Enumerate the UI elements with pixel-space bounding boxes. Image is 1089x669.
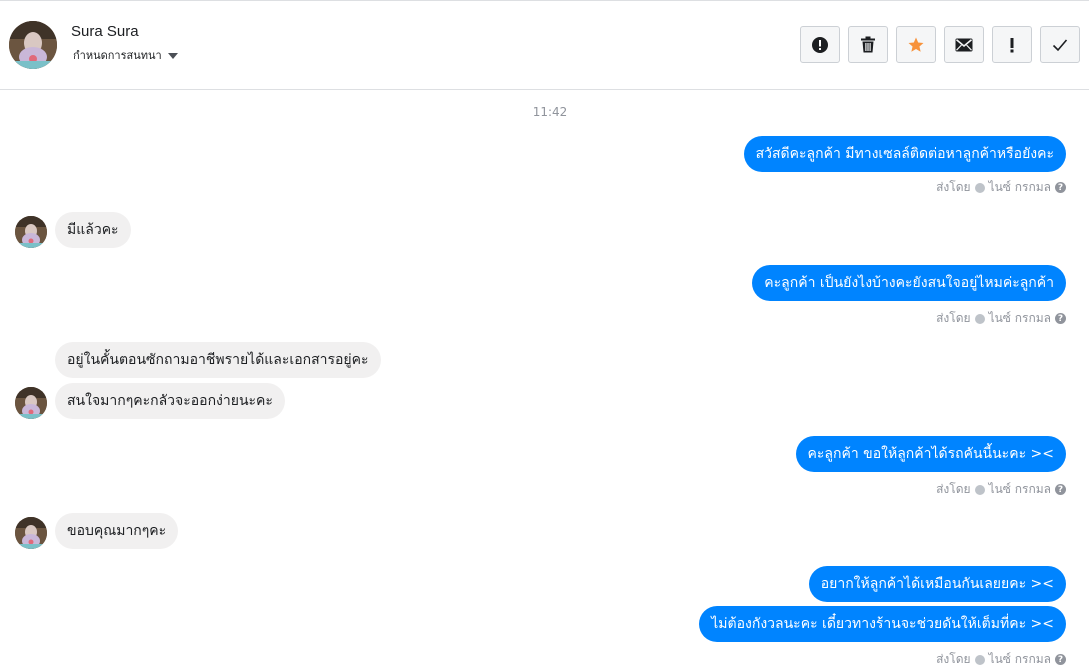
outgoing-message[interactable]: คะลูกค้า ขอให้ลูกค้าได้รถคันนี้นะคะ >< bbox=[795, 436, 1066, 472]
check-circle-icon bbox=[974, 654, 985, 665]
conversation-schedule-dropdown[interactable]: กำหนดการสนทนา bbox=[73, 46, 178, 64]
contact-avatar[interactable] bbox=[9, 21, 57, 69]
checkmark-icon bbox=[1052, 38, 1068, 51]
outgoing-message[interactable]: สวัสดีคะลูกค้า มีทางเซลล์ติดต่อหาลูกค้าห… bbox=[743, 136, 1066, 172]
sent-by-label: ส่งโดย bbox=[936, 652, 971, 666]
outgoing-message[interactable]: คะลูกค้า เป็นยังไงบ้างคะยังสนใจอยู่ไหมค่… bbox=[752, 265, 1066, 301]
conversation-header: Sura Sura กำหนดการสนทนา bbox=[0, 1, 1089, 90]
sent-by-name[interactable]: ไนซ์ กรกมล bbox=[989, 480, 1051, 499]
incoming-message[interactable]: ขอบคุณมากๆคะ bbox=[55, 513, 179, 549]
sent-by-label: ส่งโดย bbox=[936, 482, 971, 496]
sent-by-info: ส่งโดย ไนซ์ กรกมล ? bbox=[936, 650, 1066, 669]
message-timestamp: 11:42 bbox=[532, 105, 568, 119]
contact-avatar-small[interactable] bbox=[15, 387, 47, 419]
conversation-schedule-label: กำหนดการสนทนา bbox=[73, 49, 162, 62]
star-button[interactable] bbox=[896, 26, 936, 63]
envelope-icon bbox=[955, 38, 973, 51]
sent-by-info: ส่งโดย ไนซ์ กรกมล ? bbox=[936, 480, 1066, 499]
sent-by-name[interactable]: ไนซ์ กรกมล bbox=[989, 650, 1051, 669]
mark-done-button[interactable] bbox=[1040, 26, 1080, 63]
outgoing-message[interactable]: ไม่ต้องกังวลนะคะ เดี๋ยวทางร้านจะช่วยดันใ… bbox=[699, 606, 1066, 642]
sent-by-label: ส่งโดย bbox=[936, 180, 971, 194]
report-icon bbox=[812, 36, 828, 53]
outgoing-message[interactable]: อยากให้ลูกค้าได้เหมือนกันเลยยคะ >< bbox=[808, 566, 1066, 602]
incoming-message[interactable]: อยู่ในคั้นตอนซักถามอาชีพรายได้และเอกสารอ… bbox=[55, 342, 381, 378]
sent-by-label: ส่งโดย bbox=[936, 311, 971, 325]
contact-name[interactable]: Sura Sura bbox=[71, 23, 139, 40]
check-circle-icon bbox=[974, 484, 985, 495]
contact-avatar-small[interactable] bbox=[15, 216, 47, 248]
check-circle-icon bbox=[974, 313, 985, 324]
mark-spam-button[interactable] bbox=[992, 26, 1032, 63]
report-button[interactable] bbox=[800, 26, 840, 63]
sent-by-name[interactable]: ไนซ์ กรกมล bbox=[989, 178, 1051, 197]
help-icon[interactable]: ? bbox=[1055, 484, 1066, 495]
delete-button[interactable] bbox=[848, 26, 888, 63]
caret-down-icon bbox=[167, 53, 178, 59]
incoming-message[interactable]: มีแล้วคะ bbox=[55, 212, 131, 248]
sent-by-info: ส่งโดย ไนซ์ กรกมล ? bbox=[936, 178, 1066, 197]
trash-icon bbox=[861, 36, 875, 53]
exclamation-icon bbox=[1010, 37, 1014, 52]
help-icon[interactable]: ? bbox=[1055, 313, 1066, 324]
incoming-message[interactable]: สนใจมากๆคะกลัวจะออกง่ายนะคะ bbox=[55, 383, 285, 419]
check-circle-icon bbox=[974, 182, 985, 193]
sent-by-info: ส่งโดย ไนซ์ กรกมล ? bbox=[936, 309, 1066, 328]
help-icon[interactable]: ? bbox=[1055, 182, 1066, 193]
help-icon[interactable]: ? bbox=[1055, 654, 1066, 665]
contact-avatar-small[interactable] bbox=[15, 517, 47, 549]
sent-by-name[interactable]: ไนซ์ กรกมล bbox=[989, 309, 1051, 328]
star-icon bbox=[908, 37, 924, 52]
email-button[interactable] bbox=[944, 26, 984, 63]
